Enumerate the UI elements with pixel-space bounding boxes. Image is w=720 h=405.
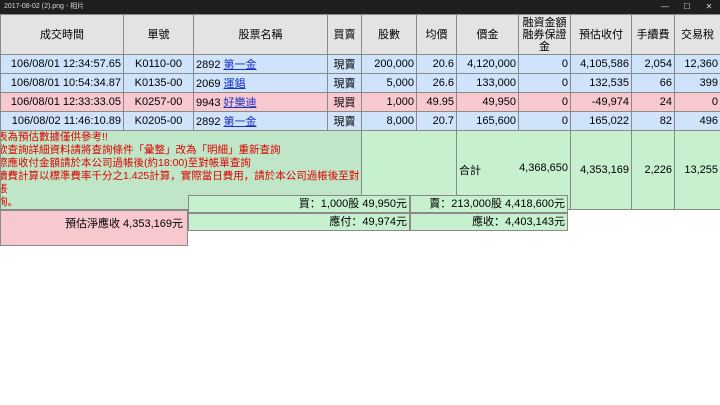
header-time[interactable]: 成交時間 (0, 14, 124, 55)
cell-side: 現賣 (327, 73, 362, 93)
buy-total: 買：1,000股 49,950元 (298, 198, 407, 210)
net-receivable-box: 預估淨應收 4,353,169元 (0, 210, 188, 246)
note-line: 續費計算以標準費率千分之1.425計算，實際當日費用，請於本公司過帳後至對帳 (0, 170, 360, 195)
payable-box: 應付：49,974元 (188, 213, 410, 231)
cell-time: 106/08/01 12:34:57.65 (0, 54, 124, 74)
header-stock[interactable]: 股票名稱 (193, 14, 328, 55)
note-line: 表為預估數據僅供參考!! (0, 131, 108, 144)
stock-name-link[interactable]: 第一金 (224, 116, 257, 128)
cell-fee: 2,054 (631, 54, 675, 74)
summary-label: 合計 (459, 165, 481, 177)
stock-code: 2892 (196, 59, 221, 71)
note-line: 欲查詢詳細資料請將查詢條件「彙整」改為「明細」重新查詢 (0, 144, 281, 156)
header-shares[interactable]: 股數 (361, 14, 417, 55)
header-amount[interactable]: 價金 (456, 14, 519, 55)
header-fee[interactable]: 手續費 (631, 14, 675, 55)
header-order[interactable]: 單號 (123, 14, 194, 55)
cell-side: 現買 (327, 92, 362, 112)
receivable-box: 應收：4,403,143元 (410, 213, 568, 231)
net-receivable: 預估淨應收 4,353,169元 (65, 218, 183, 230)
cell-shares: 1,000 (361, 92, 417, 112)
bottom-summary: 預估淨應收 4,353,169元 買：1,000股 49,950元 賣：213,… (0, 195, 720, 246)
cell-stock: 2069 運錩 (193, 73, 328, 93)
cell-settle: 4,105,586 (570, 54, 632, 74)
cell-side: 現賣 (327, 111, 362, 131)
cell-order: K0205-00 (123, 111, 194, 131)
cell-fee: 82 (631, 111, 675, 131)
summary-settle: 4,353,169 (570, 130, 632, 210)
cell-amount: 165,600 (456, 111, 519, 131)
cell-settle: 165,022 (570, 111, 632, 131)
header-side[interactable]: 買賣 (327, 14, 362, 55)
cell-avg: 26.6 (416, 73, 457, 93)
stock-name-link[interactable]: 運錩 (224, 78, 246, 90)
cell-tax: 0 (674, 92, 720, 112)
sell-total-box: 賣：213,000股 4,418,600元 (410, 195, 568, 213)
summary-amount: 4,368,650 (519, 162, 568, 174)
cell-stock: 2892 第一金 (193, 111, 328, 131)
note-line: 際應收付金額請於本公司過帳後(約18:00)至對帳單查詢 (0, 157, 251, 169)
table-row[interactable]: 106/08/01 12:34:57.65 K0110-00 2892 第一金 現賣 2… (0, 54, 720, 74)
stock-code: 9943 (196, 97, 221, 109)
header-margin[interactable]: 融資金額 融券保證金 (518, 14, 571, 55)
cell-order: K0257-00 (123, 92, 194, 112)
cell-tax: 399 (674, 73, 720, 93)
cell-order: K0135-00 (123, 73, 194, 93)
receivable: 應收：4,403,143元 (472, 216, 565, 228)
cell-avg: 49.95 (416, 92, 457, 112)
cell-margin: 0 (518, 111, 571, 131)
cell-time: 106/08/01 10:54:34.87 (0, 73, 124, 93)
cell-shares: 8,000 (361, 111, 417, 131)
minimize-button[interactable]: — (654, 0, 676, 14)
stock-code: 2069 (196, 78, 221, 90)
cell-margin: 0 (518, 73, 571, 93)
cell-settle: -49,974 (570, 92, 632, 112)
cell-time: 106/08/01 12:33:33.05 (0, 92, 124, 112)
close-button[interactable]: ✕ (698, 0, 720, 14)
summary-tax: 13,255 (674, 130, 720, 210)
maximize-button[interactable]: ☐ (676, 0, 698, 14)
window-titlebar: 2017-08-02 (2).png - 相片 — ☐ ✕ (0, 0, 720, 14)
header-avg[interactable]: 均價 (416, 14, 457, 55)
cell-time: 106/08/02 11:46:10.89 (0, 111, 124, 131)
window-title: 2017-08-02 (2).png - 相片 (4, 3, 85, 10)
payable: 應付：49,974元 (329, 216, 407, 228)
stock-code: 2892 (196, 116, 221, 128)
summary-fee: 2,226 (631, 130, 675, 210)
cell-stock: 9943 好樂迪 (193, 92, 328, 112)
cell-fee: 24 (631, 92, 675, 112)
cell-tax: 496 (674, 111, 720, 131)
cell-fee: 66 (631, 73, 675, 93)
table-header: 成交時間 單號 股票名稱 買賣 股數 均價 價金 融資金額 融券保證金 預估收付… (0, 14, 720, 55)
cell-avg: 20.7 (416, 111, 457, 131)
cell-stock: 2892 第一金 (193, 54, 328, 74)
cell-amount: 133,000 (456, 73, 519, 93)
cell-margin: 0 (518, 54, 571, 74)
cell-margin: 0 (518, 92, 571, 112)
header-tax[interactable]: 交易稅 (674, 14, 720, 55)
trade-table: 成交時間 單號 股票名稱 買賣 股數 均價 價金 融資金額 融券保證金 預估收付… (0, 14, 720, 210)
window-controls: — ☐ ✕ (654, 0, 720, 14)
table-body: 106/08/01 12:34:57.65 K0110-00 2892 第一金 現賣 2… (0, 54, 720, 131)
table-row[interactable]: 106/08/01 12:33:33.05 K0257-00 9943 好樂迪 現買 1… (0, 92, 720, 112)
cell-avg: 20.6 (416, 54, 457, 74)
buy-total-box: 買：1,000股 49,950元 (188, 195, 410, 213)
cell-order: K0110-00 (123, 54, 194, 74)
table-row[interactable]: 106/08/02 11:46:10.89 K0205-00 2892 第一金 現賣 8… (0, 111, 720, 131)
cell-shares: 200,000 (361, 54, 417, 74)
cell-shares: 5,000 (361, 73, 417, 93)
stock-name-link[interactable]: 好樂迪 (224, 97, 257, 109)
stock-name-link[interactable]: 第一金 (224, 59, 257, 71)
cell-tax: 12,360 (674, 54, 720, 74)
table-row[interactable]: 106/08/01 10:54:34.87 K0135-00 2069 運錩 現賣 5,… (0, 73, 720, 93)
sell-total: 賣：213,000股 4,418,600元 (429, 198, 565, 210)
cell-side: 現賣 (327, 54, 362, 74)
cell-amount: 4,120,000 (456, 54, 519, 74)
cell-amount: 49,950 (456, 92, 519, 112)
header-settle[interactable]: 預估收付 (570, 14, 632, 55)
cell-settle: 132,535 (570, 73, 632, 93)
